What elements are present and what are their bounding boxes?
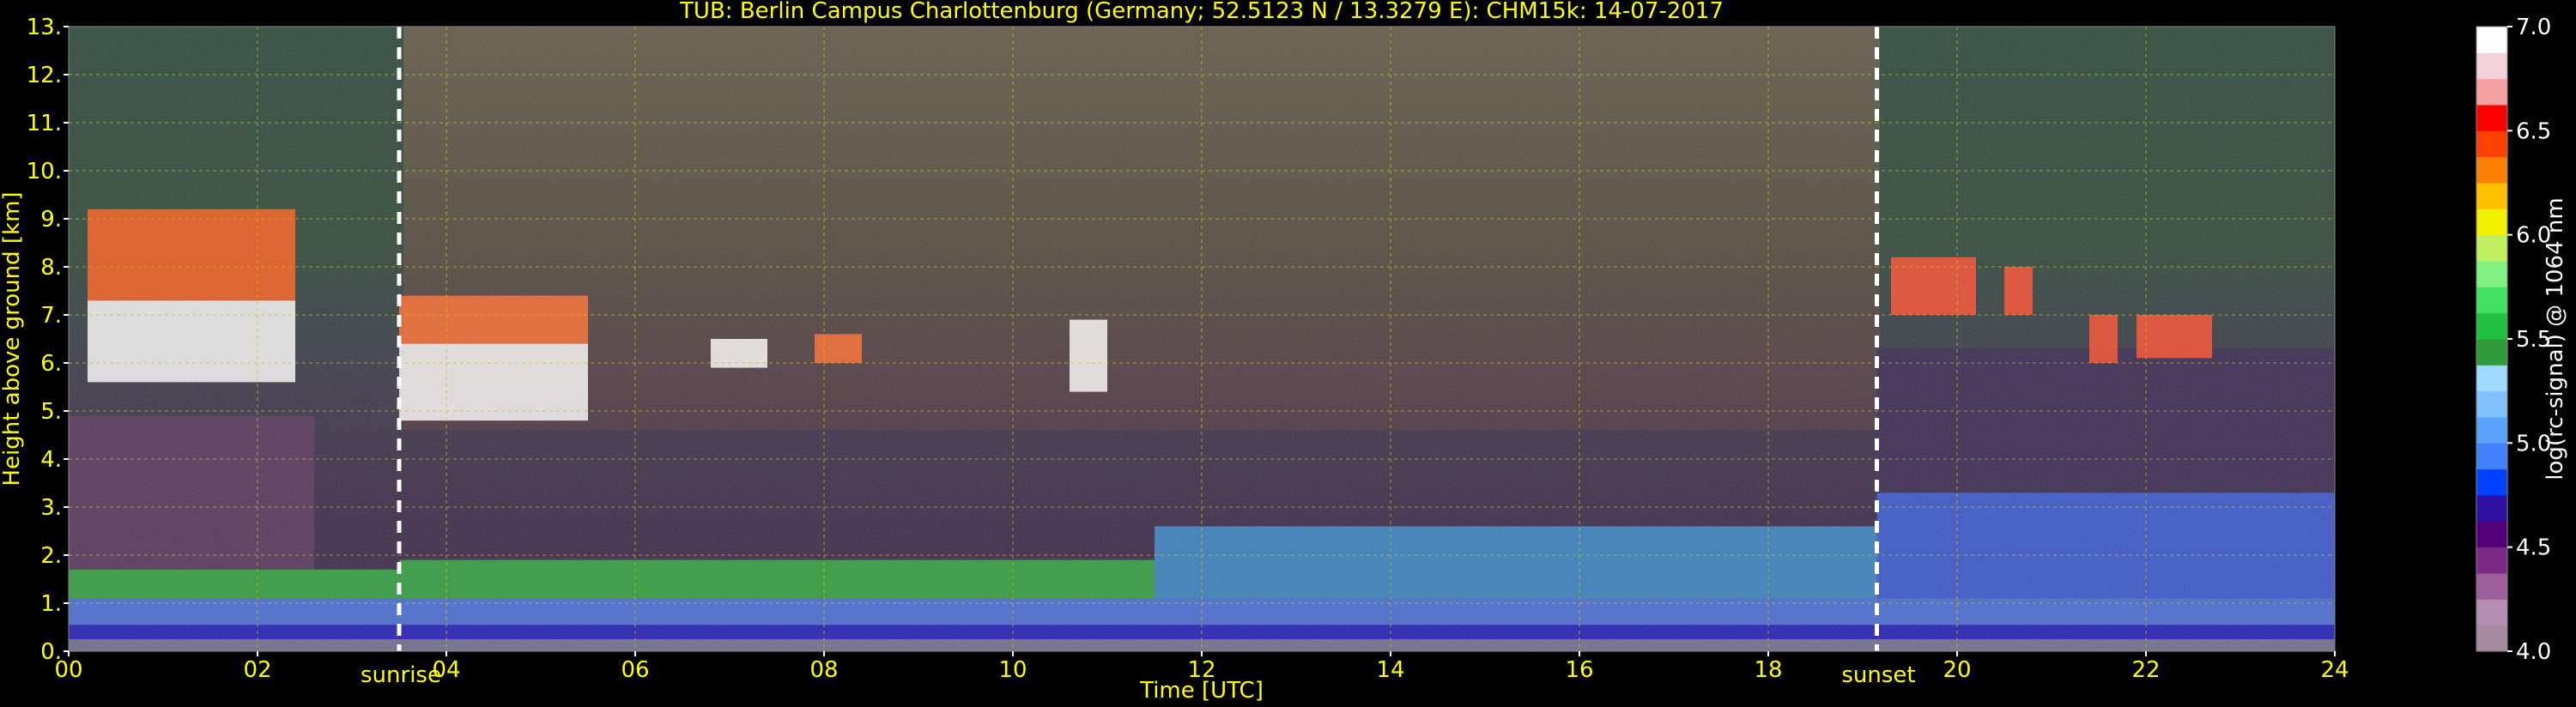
y-tick-label: 10. xyxy=(27,159,62,184)
colorbar-swatch xyxy=(2476,495,2507,522)
y-tick-label: 4. xyxy=(40,447,62,473)
colorbar-tick-label: 4.0 xyxy=(2516,639,2551,665)
x-tick-label: 22 xyxy=(2131,657,2160,683)
colorbar-tick-label: 4.5 xyxy=(2516,535,2551,561)
colorbar-tick-label: 7.0 xyxy=(2516,15,2551,40)
colorbar-swatch xyxy=(2476,468,2507,496)
y-tick-label: 11. xyxy=(27,111,62,136)
colorbar-tick-label: 6.5 xyxy=(2516,118,2551,144)
colorbar-swatch xyxy=(2476,339,2507,366)
colorbar-swatch xyxy=(2476,287,2507,314)
y-tick-label: 1. xyxy=(40,591,62,617)
colorbar-swatch xyxy=(2476,130,2507,158)
colorbar-swatch xyxy=(2476,625,2507,652)
x-tick-label: 00 xyxy=(54,657,82,683)
ceilometer-chart: TUB: Berlin Campus Charlottenburg (Germa… xyxy=(0,0,2568,704)
y-tick-label: 12. xyxy=(27,63,62,88)
x-tick-label: 14 xyxy=(1376,657,1404,683)
colorbar-swatch xyxy=(2476,52,2507,80)
y-tick-label: 9. xyxy=(40,207,62,233)
y-axis: 0.1.2.3.4.5.6.7.8.9.10.11.12.13. xyxy=(27,15,69,665)
x-tick-label: 20 xyxy=(1943,657,1971,683)
sunrise-label: sunrise xyxy=(361,662,441,688)
colorbar-swatch xyxy=(2476,390,2507,418)
colorbar-swatch xyxy=(2476,27,2507,53)
y-tick-label: 7. xyxy=(40,303,62,329)
colorbar-swatch xyxy=(2476,547,2507,574)
colorbar-swatch xyxy=(2476,312,2507,340)
colorbar-swatch xyxy=(2476,183,2507,209)
colorbar-swatch xyxy=(2476,365,2507,392)
x-tick-label: 24 xyxy=(2320,657,2349,683)
x-axis-label: Time [UTC] xyxy=(1139,678,1264,704)
colorbar-swatch xyxy=(2476,599,2507,626)
chart-title: TUB: Berlin Campus Charlottenburg (Germa… xyxy=(679,0,1724,24)
colorbar-swatch xyxy=(2476,261,2507,287)
x-tick-label: 18 xyxy=(1754,657,1782,683)
y-tick-label: 13. xyxy=(27,15,62,40)
y-tick-label: 5. xyxy=(40,399,62,425)
x-tick-label: 06 xyxy=(621,657,649,683)
colorbar-swatch xyxy=(2476,443,2507,470)
x-tick-label: 08 xyxy=(809,657,838,683)
y-axis-label: Height above ground [km] xyxy=(0,191,25,486)
sunset-label: sunset xyxy=(1841,662,1915,688)
colorbar-swatch xyxy=(2476,573,2507,600)
colorbar-swatch xyxy=(2476,78,2507,106)
colorbar: 4.04.55.05.56.06.57.0 log(rc-signal) @ 1… xyxy=(2476,15,2568,665)
x-tick-label: 10 xyxy=(998,657,1027,683)
x-tick-label: 02 xyxy=(243,657,271,683)
colorbar-swatch xyxy=(2476,417,2507,444)
y-tick-label: 3. xyxy=(40,495,62,521)
plot-area xyxy=(68,26,2336,652)
colorbar-swatch xyxy=(2476,156,2507,184)
x-tick-label: 16 xyxy=(1565,657,1593,683)
y-tick-label: 2. xyxy=(40,543,62,569)
colorbar-swatch xyxy=(2476,234,2507,262)
y-tick-label: 6. xyxy=(40,351,62,377)
colorbar-swatch xyxy=(2476,105,2507,131)
colorbar-label: log(rc-signal) @ 1064 nm xyxy=(2543,197,2568,480)
y-tick-label: 8. xyxy=(40,255,62,281)
colorbar-swatch xyxy=(2476,208,2507,236)
colorbar-swatch xyxy=(2476,521,2507,548)
